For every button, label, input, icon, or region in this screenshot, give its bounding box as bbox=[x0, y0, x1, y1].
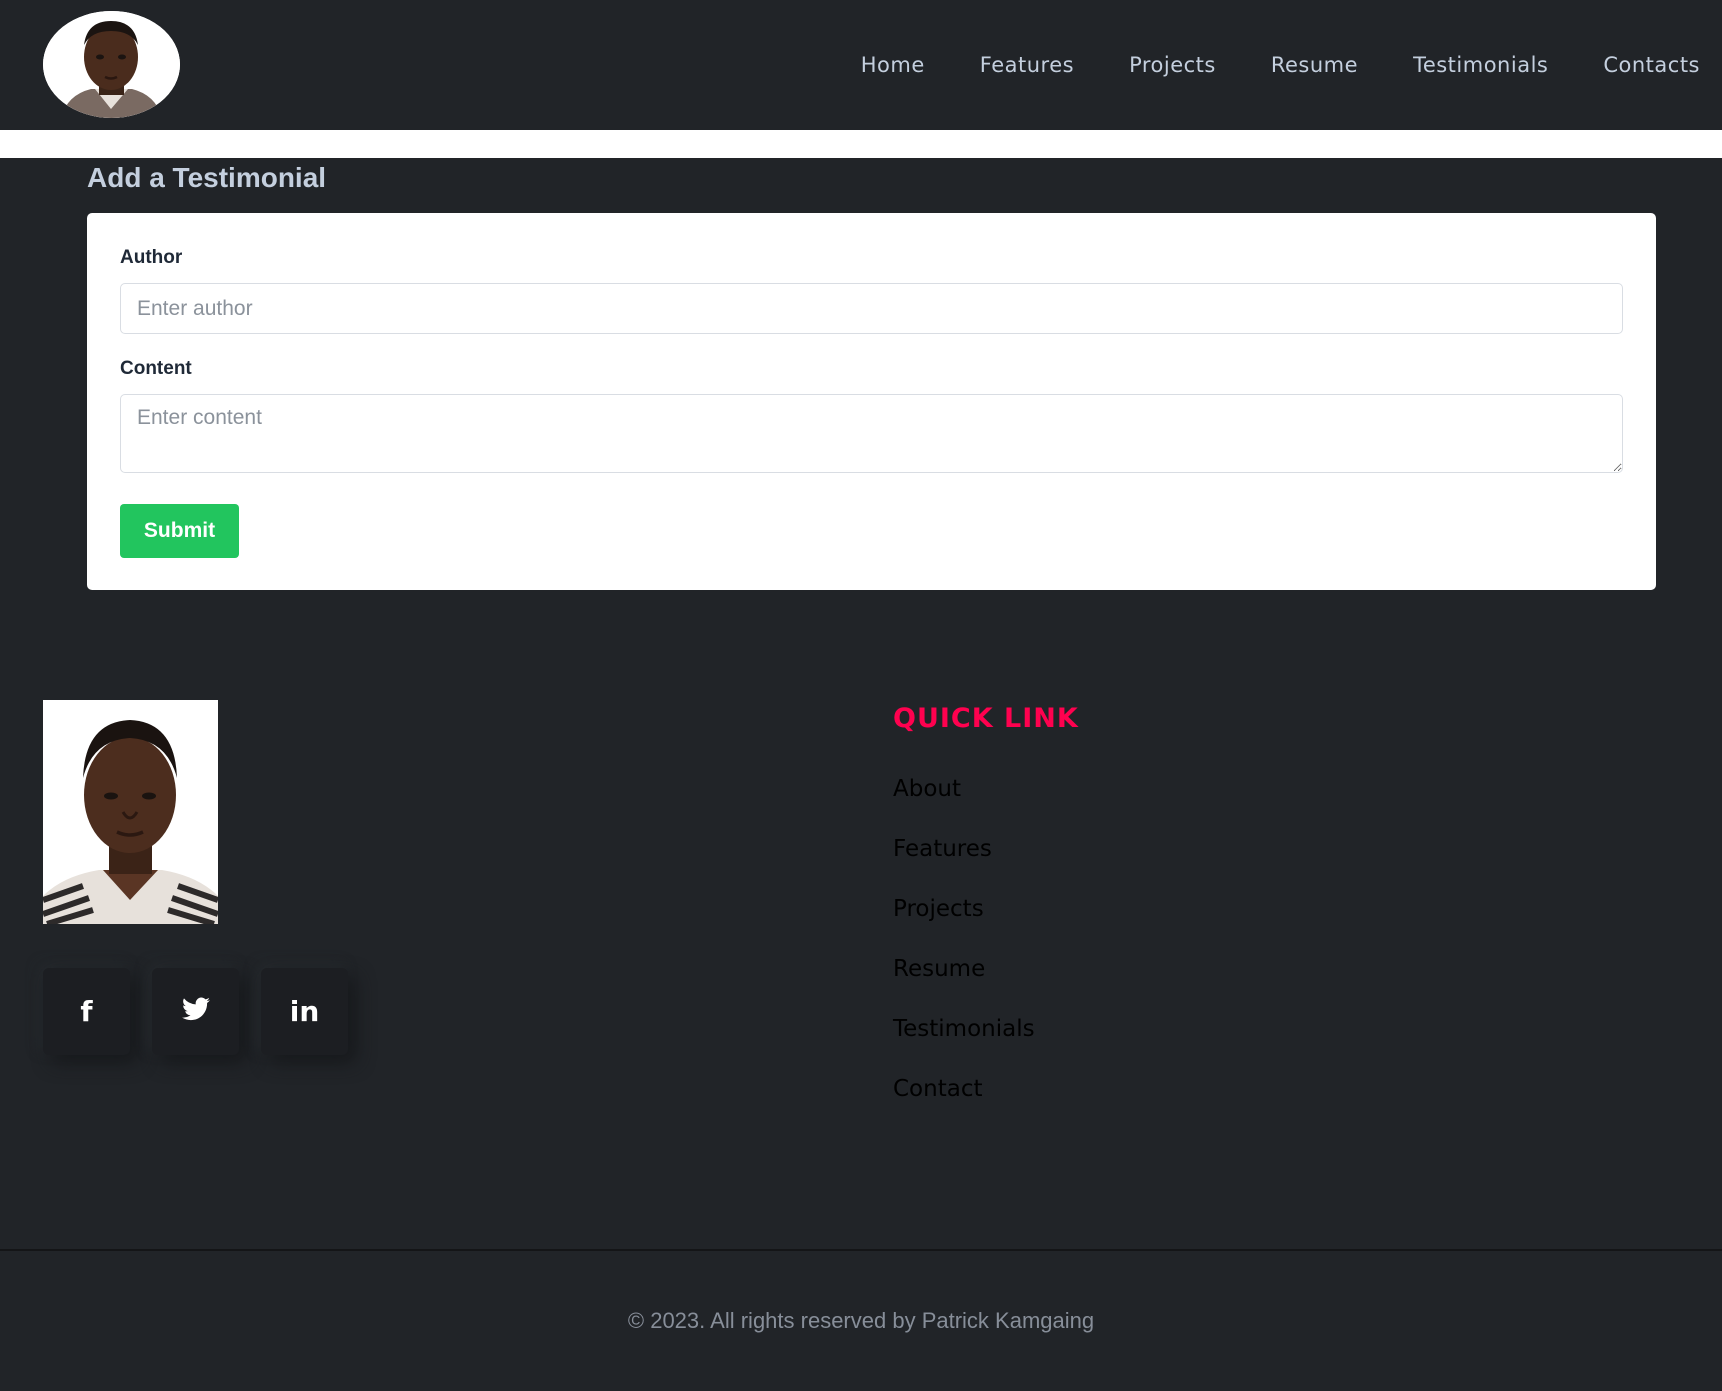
footer-divider bbox=[0, 1249, 1722, 1251]
list-item: Testimonials bbox=[893, 1010, 1035, 1070]
nav-link-home[interactable]: Home bbox=[861, 48, 925, 82]
content-textarea[interactable] bbox=[120, 394, 1623, 473]
facebook-button[interactable]: f bbox=[43, 968, 130, 1055]
form-title: Add a Testimonial bbox=[87, 162, 327, 193]
footer-profile-photo bbox=[43, 700, 218, 924]
content-label: Content bbox=[120, 358, 192, 379]
author-input[interactable] bbox=[120, 283, 1623, 334]
quick-link-features[interactable]: Features bbox=[893, 836, 992, 862]
quick-link-title: QUICK LINK bbox=[893, 703, 1079, 734]
nav-link-projects[interactable]: Projects bbox=[1129, 48, 1216, 82]
list-item: Resume bbox=[893, 950, 1035, 1010]
linkedin-button[interactable]: in bbox=[261, 968, 348, 1055]
linkedin-icon: in bbox=[289, 994, 320, 1028]
list-item: Contact bbox=[893, 1070, 1035, 1130]
quick-link-resume[interactable]: Resume bbox=[893, 956, 985, 982]
author-label: Author bbox=[120, 247, 183, 268]
main-nav: Home Features Projects Resume Testimonia… bbox=[806, 48, 1700, 82]
logo-avatar[interactable] bbox=[43, 11, 180, 118]
list-item: Projects bbox=[893, 890, 1035, 950]
testimonial-form: Author Content Submit bbox=[87, 213, 1656, 590]
facebook-icon: f bbox=[80, 994, 93, 1028]
twitter-button[interactable] bbox=[152, 968, 239, 1055]
quick-link-contact[interactable]: Contact bbox=[893, 1076, 982, 1102]
quick-link-projects[interactable]: Projects bbox=[893, 896, 984, 922]
list-item: Features bbox=[893, 830, 1035, 890]
quick-link-list: About Features Projects Resume Testimoni… bbox=[893, 770, 1035, 1130]
twitter-icon bbox=[181, 997, 210, 1026]
list-item: About bbox=[893, 770, 1035, 830]
submit-button[interactable]: Submit bbox=[120, 504, 239, 558]
quick-link-about[interactable]: About bbox=[893, 776, 961, 802]
nav-link-features[interactable]: Features bbox=[980, 48, 1074, 82]
nav-link-contacts[interactable]: Contacts bbox=[1603, 48, 1700, 82]
site-header: Home Features Projects Resume Testimonia… bbox=[0, 0, 1722, 130]
nav-link-testimonials[interactable]: Testimonials bbox=[1413, 48, 1548, 82]
copyright-text: © 2023. All rights reserved by Patrick K… bbox=[627, 1308, 1095, 1333]
nav-link-resume[interactable]: Resume bbox=[1271, 48, 1358, 82]
quick-link-testimonials[interactable]: Testimonials bbox=[893, 1016, 1035, 1042]
header-divider-band bbox=[0, 130, 1722, 158]
